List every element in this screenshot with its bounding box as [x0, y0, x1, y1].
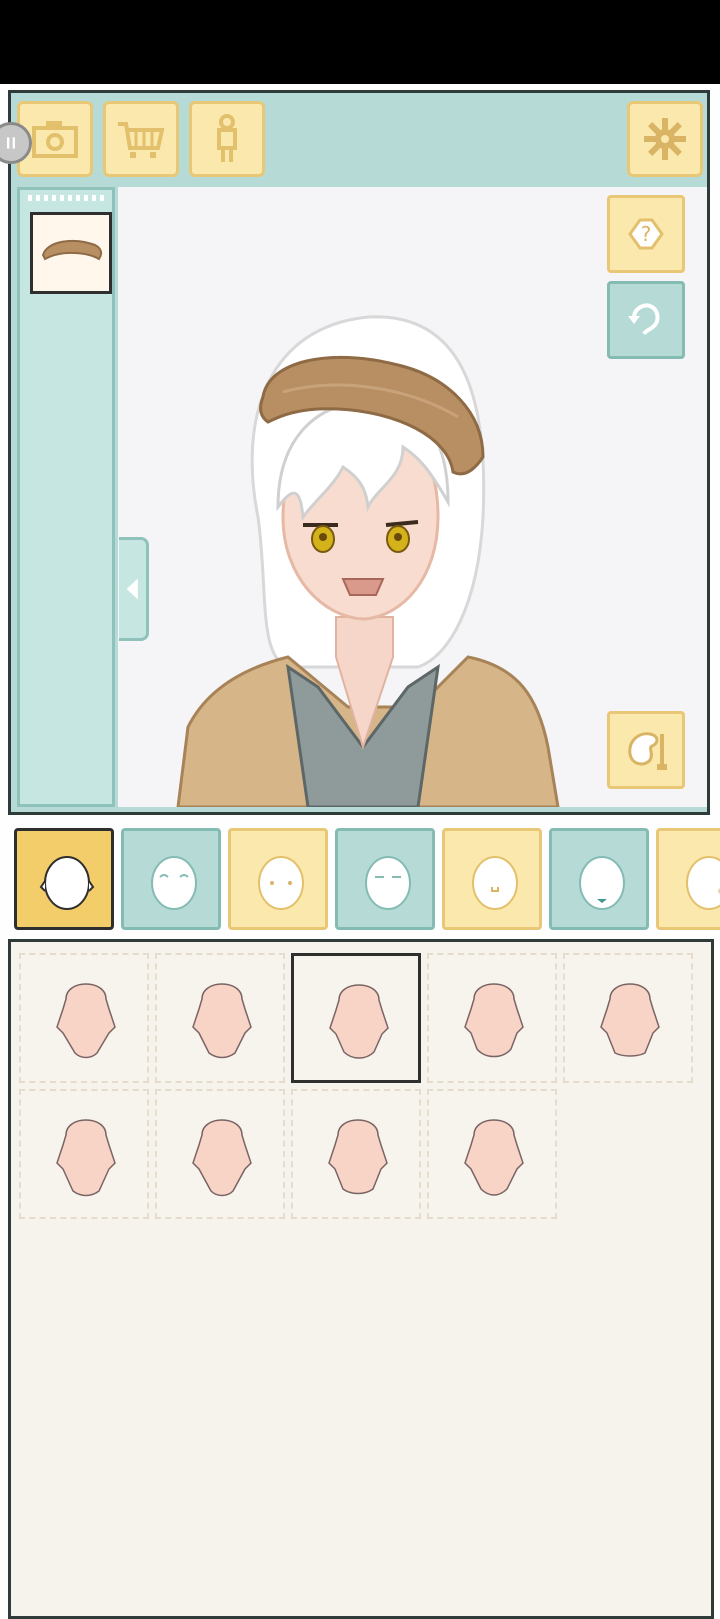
dot-eyes-face-icon: [258, 856, 304, 910]
shopping-cart-icon: [118, 122, 165, 158]
face-shape-4-icon: [464, 983, 524, 1058]
camera-icon: [32, 121, 78, 158]
equipped-items-strip: [17, 187, 115, 807]
help-label: ?: [641, 222, 652, 246]
tab-nose[interactable]: [442, 828, 542, 930]
equipped-hat-thumbnail[interactable]: [30, 212, 112, 294]
face-shape-option-5[interactable]: [563, 953, 693, 1083]
face-shape-5-icon: [600, 983, 660, 1057]
face-shape-option-9[interactable]: [427, 1089, 557, 1219]
rotate-button[interactable]: [607, 281, 685, 359]
face-shape-1-icon: [56, 983, 116, 1059]
smiling-eyes-face-icon: [151, 856, 197, 910]
body-figure-icon: [217, 114, 237, 162]
help-button[interactable]: ?: [607, 195, 685, 273]
help-icon: ?: [628, 218, 664, 250]
face-shape-option-1[interactable]: [19, 953, 149, 1083]
face-shape-3-icon: [329, 984, 389, 1059]
face-shape-9-icon: [464, 1119, 524, 1196]
face-shape-option-6[interactable]: [19, 1089, 149, 1219]
face-shape-2-icon: [192, 983, 252, 1059]
gear-icon: [644, 118, 686, 160]
face-shape-8-icon: [328, 1119, 388, 1195]
settings-button[interactable]: [627, 101, 703, 177]
shop-button[interactable]: [103, 101, 179, 177]
tab-eyes[interactable]: [121, 828, 221, 930]
status-bar: [0, 0, 720, 84]
body-button[interactable]: [189, 101, 265, 177]
face-shape-option-2[interactable]: [155, 953, 285, 1083]
face-shape-option-4[interactable]: [427, 953, 557, 1083]
face-shape-option-3[interactable]: [291, 953, 421, 1083]
mouth-face-icon: [579, 856, 625, 910]
pause-icon: [7, 137, 15, 149]
face-shape-6-icon: [56, 1119, 116, 1197]
face-shape-option-7[interactable]: [155, 1089, 285, 1219]
nose-face-icon: [472, 856, 518, 910]
triangle-left-icon: [126, 578, 138, 600]
beret-icon: [41, 239, 103, 261]
tab-eye-dots[interactable]: [228, 828, 328, 930]
avatar-editor-panel: ?: [8, 90, 710, 815]
strip-dots: [28, 195, 106, 201]
eyebrow-face-icon: [365, 856, 411, 910]
color-palette-button[interactable]: [607, 711, 685, 789]
palette-icon: [628, 732, 667, 770]
face-shape-grid: [8, 939, 714, 1619]
rotate-icon: [628, 303, 660, 336]
face-outline-icon: [39, 856, 95, 910]
tab-face-shape[interactable]: [14, 828, 114, 930]
face-shape-option-8[interactable]: [291, 1089, 421, 1219]
collapse-panel-tab[interactable]: [119, 537, 149, 641]
tab-mouth[interactable]: [549, 828, 649, 930]
face-category-tabs: [14, 828, 720, 934]
face-shape-7-icon: [192, 1119, 252, 1197]
tab-eyebrows[interactable]: [335, 828, 435, 930]
tab-blush[interactable]: [656, 828, 720, 930]
blush-face-icon: [686, 856, 720, 910]
